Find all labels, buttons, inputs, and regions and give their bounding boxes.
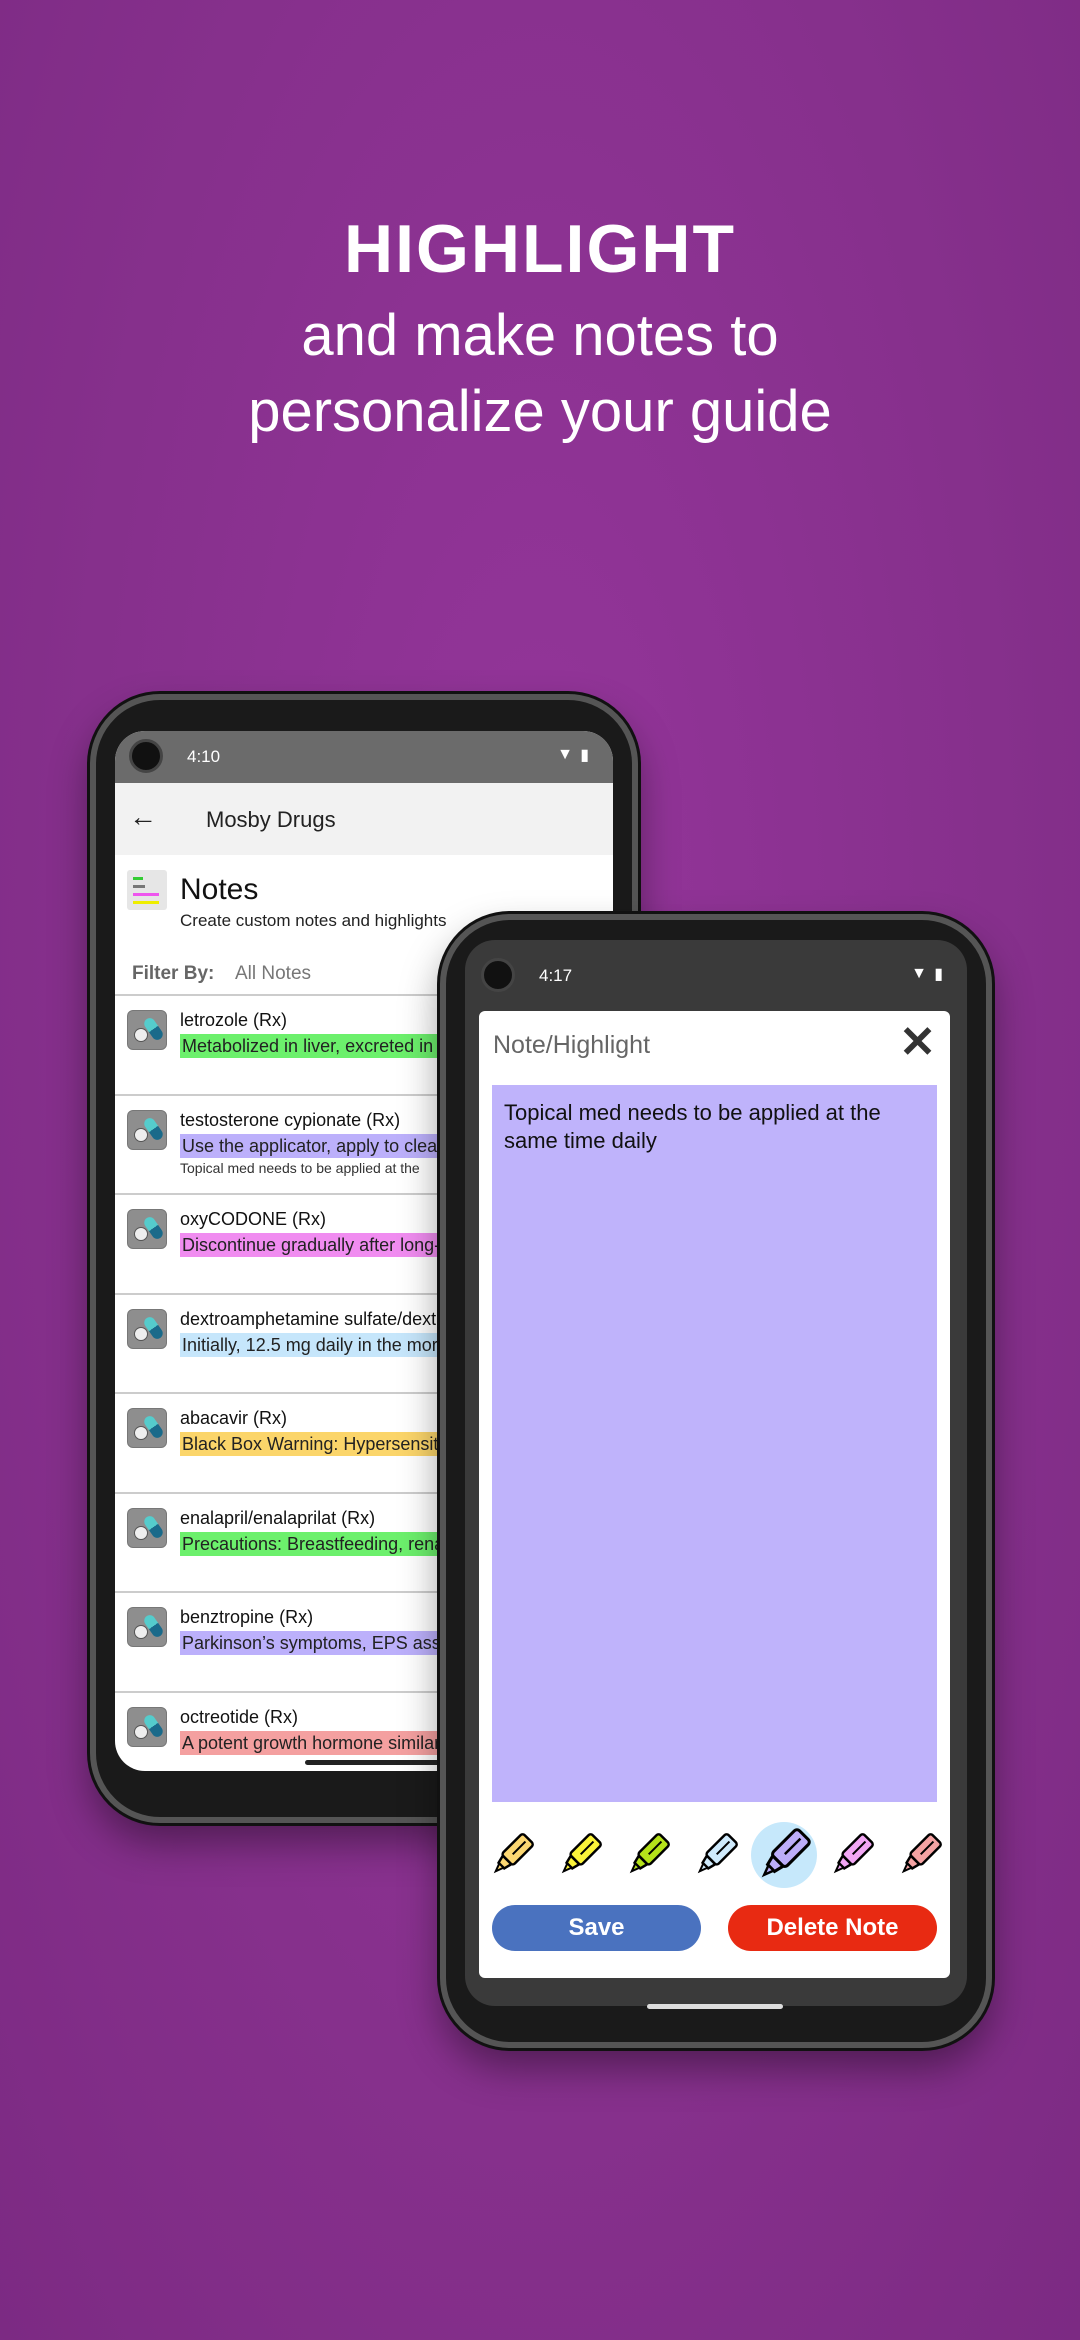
home-indicator xyxy=(647,2004,783,2009)
delete-note-button[interactable]: Delete Note xyxy=(728,1905,937,1951)
save-button[interactable]: Save xyxy=(492,1905,701,1951)
close-icon[interactable]: ✕ xyxy=(899,1017,936,1068)
highlight-text: Discontinue gradually after long- xyxy=(180,1233,443,1257)
highlight-text: Black Box Warning: Hypersensitiv xyxy=(180,1432,454,1456)
highlight-text: Precautions: Breastfeeding, rena xyxy=(180,1531,447,1556)
filter-dropdown[interactable]: All Notes xyxy=(235,963,311,985)
highlighter-color-1-icon[interactable] xyxy=(485,1828,539,1882)
arrow-left-icon[interactable]: ← xyxy=(129,801,157,833)
toolbar-title: Mosby Drugs xyxy=(206,807,336,832)
drug-name: dextroamphetamine sulfate/dext xyxy=(180,1308,437,1329)
highlighter-color-6-icon[interactable] xyxy=(825,1828,879,1882)
drug-name: testosterone cypionate (Rx) xyxy=(180,1109,401,1130)
hero-subtitle-1: and make notes to xyxy=(301,303,779,368)
wifi-icon: ▼ xyxy=(911,965,927,982)
dialog-title: Note/Highlight xyxy=(493,1031,651,1059)
pill-icon xyxy=(127,1607,167,1647)
drug-name: benztropine (Rx) xyxy=(180,1607,314,1627)
highlighter-color-3-icon[interactable] xyxy=(621,1828,675,1882)
hero-subtitle-2: personalize your guide xyxy=(248,379,832,444)
pill-icon xyxy=(127,1209,167,1249)
status-time: 4:17 xyxy=(539,966,573,985)
note-textarea[interactable]: Topical med needs to be applied at the s… xyxy=(492,1085,937,1802)
drug-name: abacavir (Rx) xyxy=(180,1408,288,1428)
highlight-text: Use the applicator, apply to clean xyxy=(180,1133,450,1158)
highlight-text: A potent growth hormone similar xyxy=(180,1730,443,1755)
pill-icon xyxy=(127,1706,167,1747)
notes-icon xyxy=(127,870,167,910)
status-time: 4:10 xyxy=(187,747,221,766)
highlighter-color-4-icon[interactable] xyxy=(689,1828,743,1882)
pill-icon xyxy=(127,1109,167,1150)
pill-icon xyxy=(127,1010,167,1050)
battery-icon: ▮ xyxy=(580,747,589,764)
highlight-text: Metabolized in liver, excreted in u xyxy=(180,1034,451,1058)
filter-label: Filter By: xyxy=(132,963,215,984)
pill-icon xyxy=(127,1408,167,1448)
highlight-text: Parkinson’s symptoms, EPS asso xyxy=(180,1631,453,1655)
drug-name: oxyCODONE (Rx) xyxy=(180,1209,327,1229)
drug-name: octreotide (Rx) xyxy=(180,1706,299,1727)
status-bar: 4:17 ▼ ▮ xyxy=(465,940,967,1011)
drug-name: enalapril/enalaprilat (Rx) xyxy=(180,1507,376,1528)
status-bar: 4:10 ▼ ▮ xyxy=(115,731,613,783)
page-title: Notes xyxy=(180,873,259,906)
hero-title: HIGHLIGHT xyxy=(344,211,736,287)
highlighter-color-2-icon[interactable] xyxy=(553,1828,607,1882)
page-subtitle: Create custom notes and highlights xyxy=(180,911,447,930)
toolbar: ← Mosby Drugs xyxy=(115,783,613,855)
pill-icon xyxy=(127,1507,167,1548)
highlight-text: Initially, 12.5 mg daily in the morn xyxy=(180,1332,450,1357)
wifi-icon: ▼ xyxy=(557,746,573,763)
pill-icon xyxy=(127,1308,167,1349)
home-indicator xyxy=(305,1760,445,1765)
highlighter-color-5-icon[interactable] xyxy=(751,1822,817,1888)
note-text: Topical med needs to be applied at the xyxy=(180,1159,420,1176)
drug-name: letrozole (Rx) xyxy=(180,1010,288,1030)
camera-icon xyxy=(129,739,163,773)
battery-icon: ▮ xyxy=(934,966,943,983)
highlighter-color-7-icon[interactable] xyxy=(893,1828,947,1882)
camera-icon xyxy=(481,958,515,992)
